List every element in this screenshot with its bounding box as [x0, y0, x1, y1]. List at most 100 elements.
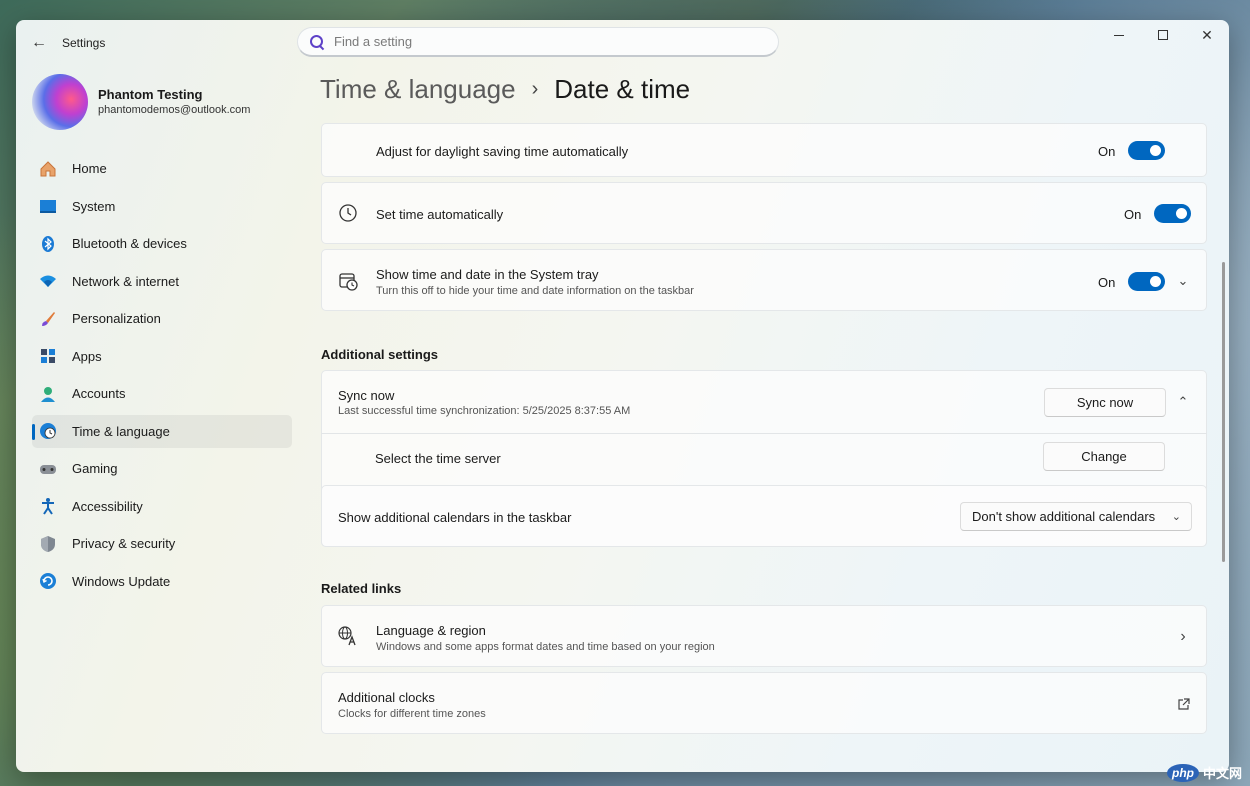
- maximize-icon: [1158, 30, 1168, 40]
- system-tray-label: Show time and date in the System tray: [376, 267, 599, 282]
- daylight-saving-label: Adjust for daylight saving time automati…: [376, 144, 629, 159]
- chevron-down-icon: ⌄: [1171, 511, 1181, 523]
- update-icon: [38, 571, 58, 591]
- back-arrow-icon[interactable]: ←: [28, 32, 50, 54]
- close-button[interactable]: ✕: [1185, 20, 1229, 50]
- sidebar-item-label: Time & language: [72, 423, 170, 439]
- globe-clock-icon: [38, 421, 58, 441]
- search-box[interactable]: [297, 27, 779, 57]
- set-time-label: Set time automatically: [376, 207, 504, 222]
- watermark-text: 中文网: [1202, 766, 1242, 781]
- window-controls: ✕: [1097, 20, 1229, 50]
- app-title: Settings: [62, 36, 106, 50]
- gamepad-icon: [38, 459, 58, 479]
- minimize-button[interactable]: [1097, 20, 1141, 50]
- daylight-saving-card: Adjust for daylight saving time automati…: [321, 123, 1207, 177]
- breadcrumb-parent[interactable]: Time & language: [320, 74, 516, 105]
- apps-icon: [38, 346, 58, 366]
- system-tray-description: Turn this off to hide your time and date…: [376, 285, 694, 297]
- sidebar-item-label: Accessibility: [72, 498, 143, 514]
- sidebar-item-accessibility[interactable]: Accessibility: [32, 490, 292, 523]
- sync-now-title: Sync now: [338, 388, 395, 403]
- sidebar-item-label: Bluetooth & devices: [72, 236, 187, 251]
- set-time-toggle[interactable]: [1154, 204, 1191, 223]
- system-tray-toggle[interactable]: [1128, 272, 1165, 291]
- search-input[interactable]: [334, 34, 754, 49]
- chevron-right-icon: ›: [1180, 628, 1186, 645]
- additional-clocks-title: Additional clocks: [338, 690, 435, 705]
- sidebar-item-home[interactable]: Home: [32, 152, 292, 185]
- sidebar-item-gaming[interactable]: Gaming: [32, 452, 292, 485]
- network-icon: [38, 271, 58, 291]
- set-time-card: Set time automatically On: [321, 182, 1207, 244]
- brush-icon: [38, 309, 58, 329]
- sidebar-item-accounts[interactable]: Accounts: [32, 377, 292, 410]
- time-server-label: Select the time server: [375, 451, 501, 466]
- sidebar-nav: Home System Bluetooth & devices Network …: [32, 152, 292, 602]
- settings-window: ← Settings ✕ Phantom Testing phantomodem…: [16, 20, 1229, 772]
- system-tray-toggle-state: On: [1098, 275, 1116, 290]
- language-region-title: Language & region: [376, 623, 486, 638]
- close-icon: ✕: [1201, 26, 1213, 43]
- additional-clocks-link[interactable]: Additional clocks Clocks for different t…: [321, 672, 1207, 734]
- calendars-dropdown[interactable]: Don't show additional calendars ⌄: [960, 502, 1192, 531]
- sidebar-item-label: Apps: [72, 348, 102, 364]
- profile-name: Phantom Testing: [98, 87, 203, 102]
- page-title: Date & time: [554, 74, 691, 104]
- sidebar-item-bluetooth[interactable]: Bluetooth & devices: [32, 227, 292, 260]
- sidebar-item-network[interactable]: Network & internet: [32, 265, 292, 298]
- calendars-dropdown-value: Don't show additional calendars: [972, 509, 1156, 524]
- maximize-button[interactable]: [1141, 20, 1185, 50]
- language-region-description: Windows and some apps format dates and t…: [376, 641, 715, 653]
- avatar[interactable]: [32, 74, 88, 130]
- minimize-icon: [1114, 34, 1124, 36]
- sidebar-item-label: Accounts: [72, 386, 126, 401]
- additional-clocks-description: Clocks for different time zones: [338, 708, 486, 720]
- home-icon: [38, 159, 58, 179]
- chevron-down-icon[interactable]: ⌄: [1175, 273, 1191, 289]
- chevron-right-icon: ›: [531, 78, 539, 100]
- sidebar-item-label: Privacy & security: [72, 536, 176, 551]
- language-icon: [338, 626, 358, 646]
- daylight-toggle-state: On: [1098, 144, 1116, 159]
- accessibility-icon: [38, 496, 58, 516]
- sidebar-item-label: Gaming: [72, 461, 118, 476]
- related-links-heading: Related links: [321, 581, 402, 596]
- calendars-card: Show additional calendars in the taskbar…: [321, 485, 1207, 547]
- clock-icon: [338, 203, 358, 223]
- sidebar-item-label: Personalization: [72, 311, 161, 326]
- language-region-link[interactable]: Language & region Windows and some apps …: [321, 605, 1207, 667]
- sidebar-item-apps[interactable]: Apps: [32, 340, 292, 373]
- system-icon: [38, 196, 58, 216]
- change-server-button[interactable]: Change: [1043, 442, 1165, 471]
- profile-email: phantomodemos@outlook.com: [98, 104, 251, 116]
- daylight-toggle[interactable]: [1128, 141, 1165, 160]
- divider: [321, 433, 1207, 434]
- sidebar-item-privacy[interactable]: Privacy & security: [32, 527, 292, 560]
- sidebar-item-time-language[interactable]: Time & language: [32, 414, 292, 448]
- shield-icon: [38, 534, 58, 554]
- sidebar-item-system[interactable]: System: [32, 190, 292, 223]
- sidebar-item-label: System: [72, 198, 116, 214]
- scrollbar[interactable]: [1222, 262, 1225, 562]
- chevron-up-icon[interactable]: ⌃: [1175, 394, 1191, 410]
- external-link-icon: [1175, 696, 1191, 712]
- watermark-badge: php: [1166, 763, 1199, 782]
- accounts-icon: [38, 384, 58, 404]
- additional-settings-heading: Additional settings: [321, 347, 438, 362]
- last-sync-text: Last successful time synchronization: 5/…: [338, 405, 631, 417]
- sidebar-item-label: Windows Update: [72, 573, 171, 589]
- system-tray-card[interactable]: Show time and date in the System tray Tu…: [321, 249, 1207, 311]
- sync-now-button[interactable]: Sync now: [1044, 388, 1166, 417]
- bluetooth-icon: [38, 234, 58, 254]
- additional-calendars-label: Show additional calendars in the taskbar: [338, 510, 572, 525]
- sidebar-item-label: Network & internet: [72, 273, 179, 289]
- sidebar-item-windows-update[interactable]: Windows Update: [32, 565, 292, 598]
- sidebar-item-personalization[interactable]: Personalization: [32, 302, 292, 335]
- search-icon: [310, 34, 324, 49]
- site-watermark: php 中文网: [1166, 763, 1242, 782]
- sidebar-item-label: Home: [72, 161, 107, 176]
- breadcrumb: Time & language › Date & time: [320, 74, 690, 105]
- calendar-clock-icon: [338, 271, 358, 291]
- set-time-toggle-state: On: [1124, 207, 1142, 222]
